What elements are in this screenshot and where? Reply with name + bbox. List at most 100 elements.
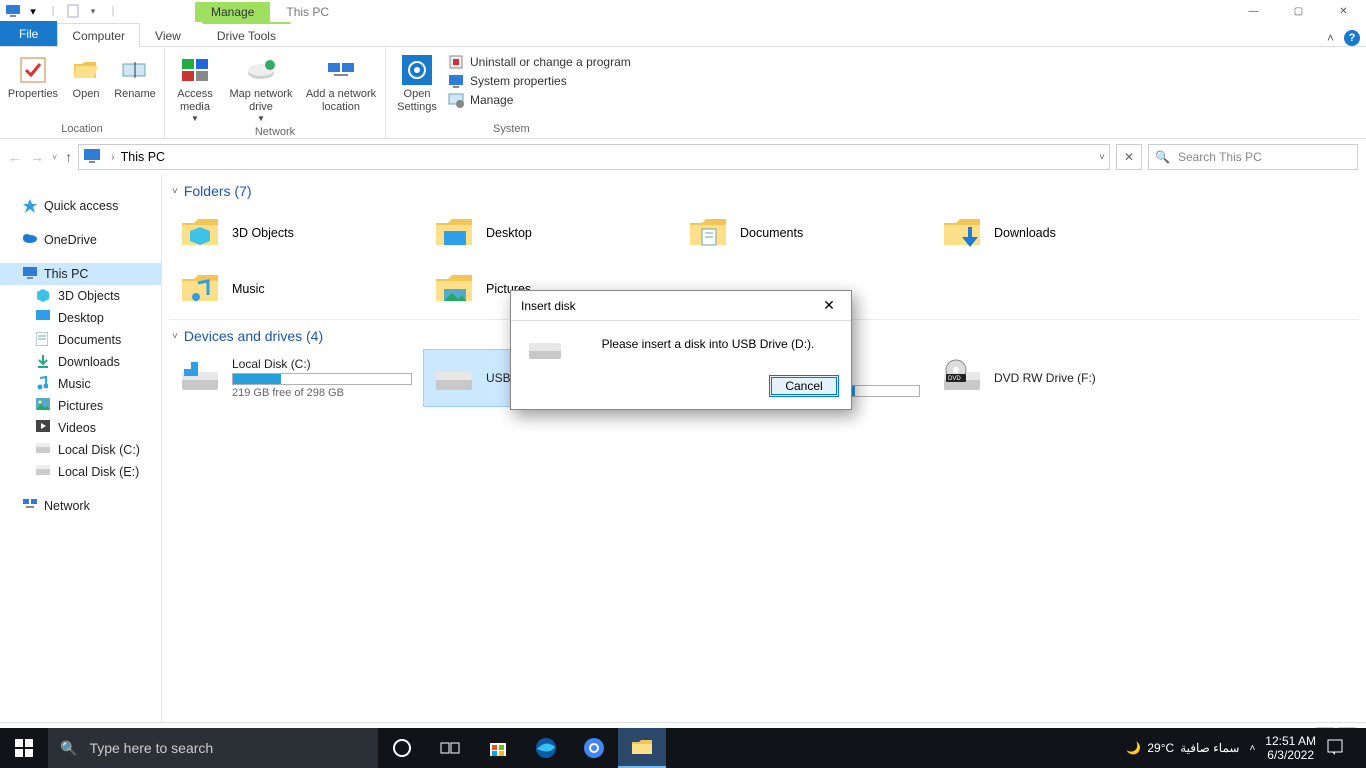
nav-music[interactable]: Music bbox=[0, 373, 161, 395]
search-placeholder: Search This PC bbox=[1178, 150, 1262, 164]
task-view-icon[interactable] bbox=[426, 728, 474, 768]
nav-downloads[interactable]: Downloads bbox=[0, 351, 161, 373]
drive-dvd-f[interactable]: DVD DVD RW Drive (F:) bbox=[932, 350, 1186, 406]
address-row: ← → ˅ ↑ › This PC ˅ ✕ 🔍 Search This PC bbox=[0, 139, 1366, 175]
contextual-tab-manage[interactable]: Manage bbox=[195, 2, 270, 22]
edge-icon[interactable] bbox=[522, 728, 570, 768]
folder-music[interactable]: Music bbox=[170, 261, 424, 317]
group-network: Access media ▼ Map network drive ▼ Add a… bbox=[165, 47, 386, 138]
group-system-label: System bbox=[392, 121, 631, 138]
folder-icon bbox=[688, 213, 728, 253]
settings-gear-icon bbox=[401, 54, 433, 86]
qat-overflow-icon[interactable]: ▾ bbox=[84, 2, 102, 20]
close-button[interactable]: ✕ bbox=[1321, 0, 1366, 22]
manage-button[interactable]: Manage bbox=[448, 92, 631, 108]
refresh-button[interactable]: ✕ bbox=[1116, 144, 1142, 170]
rename-button[interactable]: Rename bbox=[112, 51, 158, 101]
nav-videos[interactable]: Videos bbox=[0, 417, 161, 439]
nav-this-pc[interactable]: This PC bbox=[0, 263, 161, 285]
videos-icon bbox=[36, 420, 52, 436]
nav-documents[interactable]: Documents bbox=[0, 329, 161, 351]
search-icon: 🔍 bbox=[60, 740, 77, 757]
open-button[interactable]: Open bbox=[66, 51, 106, 101]
add-network-location-button[interactable]: Add a network location bbox=[303, 51, 379, 114]
map-drive-label: Map network drive bbox=[225, 88, 297, 114]
file-explorer-icon[interactable] bbox=[618, 728, 666, 768]
desktop-icon bbox=[36, 310, 52, 326]
drive-local-c[interactable]: Local Disk (C:) 219 GB free of 298 GB bbox=[170, 350, 424, 406]
recent-dropdown-icon[interactable]: ˅ bbox=[52, 152, 57, 162]
qat-separator: | bbox=[44, 2, 62, 20]
chrome-icon[interactable] bbox=[570, 728, 618, 768]
nav-3d-objects[interactable]: 3D Objects bbox=[0, 285, 161, 307]
start-button[interactable] bbox=[0, 728, 48, 768]
moon-icon: 🌙 bbox=[1126, 741, 1141, 755]
rename-icon bbox=[119, 54, 151, 86]
back-button[interactable]: ← bbox=[8, 149, 22, 165]
pc-icon bbox=[4, 2, 22, 20]
address-bar[interactable]: › This PC ˅ bbox=[78, 144, 1110, 170]
svg-text:DVD: DVD bbox=[948, 376, 961, 382]
cancel-button[interactable]: Cancel bbox=[769, 375, 839, 397]
nav-desktop[interactable]: Desktop bbox=[0, 307, 161, 329]
notifications-icon[interactable] bbox=[1326, 738, 1344, 759]
nav-pictures[interactable]: Pictures bbox=[0, 395, 161, 417]
breadcrumb-this-pc[interactable]: This PC bbox=[121, 150, 165, 164]
uninstall-program-button[interactable]: Uninstall or change a program bbox=[448, 54, 631, 70]
search-input[interactable]: 🔍 Search This PC bbox=[1148, 144, 1358, 170]
forward-button[interactable]: → bbox=[30, 149, 44, 165]
window-title: This PC bbox=[270, 2, 345, 22]
folder-label: Music bbox=[232, 282, 265, 296]
star-icon bbox=[22, 198, 38, 214]
chevron-right-icon[interactable]: › bbox=[111, 152, 114, 163]
nav-network[interactable]: Network bbox=[0, 495, 161, 517]
qat-dropdown-icon[interactable]: ▾ bbox=[24, 2, 42, 20]
store-icon[interactable] bbox=[474, 728, 522, 768]
tab-file[interactable]: File bbox=[0, 21, 57, 46]
taskbar-search[interactable]: 🔍 Type here to search bbox=[48, 728, 378, 768]
tab-view[interactable]: View bbox=[140, 23, 196, 47]
folders-section-header[interactable]: ˅ Folders (7) bbox=[170, 179, 1358, 205]
folder-downloads[interactable]: Downloads bbox=[932, 205, 1186, 261]
folder-icon bbox=[942, 213, 982, 253]
system-properties-label: System properties bbox=[470, 74, 567, 88]
navigation-pane: Quick access OneDrive This PC 3D Objects… bbox=[0, 175, 162, 722]
nav-onedrive[interactable]: OneDrive bbox=[0, 229, 161, 251]
folder-desktop[interactable]: Desktop bbox=[424, 205, 678, 261]
minimize-button[interactable]: — bbox=[1231, 0, 1276, 22]
maximize-button[interactable]: ▢ bbox=[1276, 0, 1321, 22]
dropdown-icon: ▼ bbox=[191, 114, 199, 124]
manage-icon bbox=[448, 92, 464, 108]
tab-computer[interactable]: Computer bbox=[57, 23, 140, 47]
access-media-button[interactable]: Access media ▼ bbox=[171, 51, 219, 124]
chevron-down-icon: ˅ bbox=[172, 186, 178, 197]
network-icon bbox=[22, 498, 38, 514]
folder-documents[interactable]: Documents bbox=[678, 205, 932, 261]
map-network-drive-button[interactable]: Map network drive ▼ bbox=[225, 51, 297, 124]
capacity-bar bbox=[840, 385, 920, 397]
tray-overflow-icon[interactable]: ˄ bbox=[1249, 743, 1255, 754]
properties-button[interactable]: Properties bbox=[6, 51, 60, 101]
nav-local-disk-e[interactable]: Local Disk (E:) bbox=[0, 461, 161, 483]
clock[interactable]: 12:51 AM 6/3/2022 bbox=[1265, 734, 1316, 763]
rename-label: Rename bbox=[114, 88, 156, 101]
up-button[interactable]: ↑ bbox=[65, 149, 72, 165]
folder-open-icon bbox=[70, 54, 102, 86]
open-settings-button[interactable]: Open Settings bbox=[392, 51, 442, 114]
nav-quick-access[interactable]: Quick access bbox=[0, 195, 161, 217]
chevron-down-icon: ˅ bbox=[172, 331, 178, 342]
dialog-close-button[interactable]: ✕ bbox=[815, 295, 843, 317]
cortana-circle-icon[interactable] bbox=[378, 728, 426, 768]
title-bar: ▾ | ▾ | Manage This PC — ▢ ✕ bbox=[0, 0, 1366, 22]
weather-widget[interactable]: 🌙 29°C سماء صافية bbox=[1126, 741, 1239, 755]
system-properties-button[interactable]: System properties bbox=[448, 73, 631, 89]
help-icon[interactable]: ? bbox=[1344, 30, 1360, 46]
folder-3d-objects[interactable]: 3D Objects bbox=[170, 205, 424, 261]
ribbon-collapse-icon[interactable]: ˄ bbox=[1327, 31, 1334, 45]
system-tray: 🌙 29°C سماء صافية ˄ 12:51 AM 6/3/2022 bbox=[1126, 734, 1366, 763]
nav-local-disk-c[interactable]: Local Disk (C:) bbox=[0, 439, 161, 461]
address-dropdown-icon[interactable]: ˅ bbox=[1099, 152, 1105, 163]
dialog-title-bar[interactable]: Insert disk ✕ bbox=[511, 291, 851, 321]
tab-drive-tools[interactable]: Drive Tools bbox=[202, 22, 291, 47]
document-icon[interactable] bbox=[64, 2, 82, 20]
